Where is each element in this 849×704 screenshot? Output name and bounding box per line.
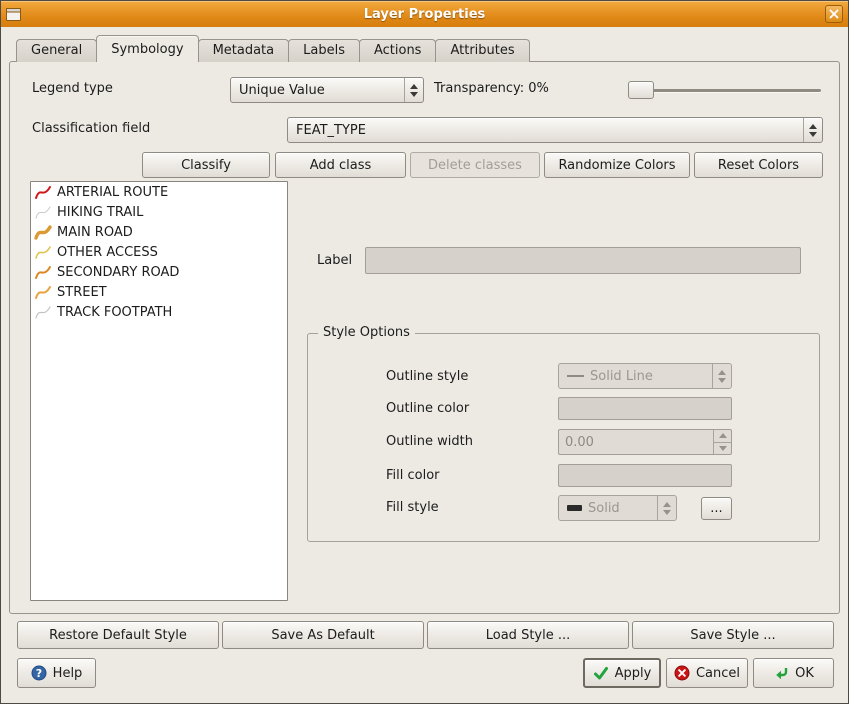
help-icon: ? [31,665,47,681]
outline-width-value: 0.00 [565,435,594,450]
reset-colors-button[interactable]: Reset Colors [694,152,823,178]
close-icon [829,9,839,19]
legend-class-label: SECONDARY ROAD [57,265,179,280]
legend-type-combo[interactable]: Unique Value [230,77,424,103]
slider-groove[interactable] [629,89,821,92]
line-symbol-icon [34,225,52,240]
line-symbol-icon [34,285,52,300]
legend-type-label: Legend type [32,81,113,96]
classification-field-label: Classification field [32,121,150,136]
line-symbol-icon [34,185,52,200]
fill-color-button[interactable] [558,464,732,487]
add-class-button[interactable]: Add class [275,152,406,178]
legend-class-label: STREET [57,285,107,300]
cancel-button-label: Cancel [696,666,740,681]
legend-class-label: HIKING TRAIL [57,205,143,220]
legend-class-label: OTHER ACCESS [57,245,158,260]
legend-class-label: MAIN ROAD [57,225,133,240]
fill-style-value: Solid [588,501,620,516]
outline-style-label: Outline style [386,369,468,384]
legend-class-row[interactable]: ARTERIAL ROUTE [31,182,287,202]
save-style-button[interactable]: Save Style ... [632,621,834,649]
legend-class-row[interactable]: OTHER ACCESS [31,242,287,262]
style-options-group: Style Options Outline style Solid Line O… [307,333,820,542]
tab-metadata[interactable]: Metadata [198,39,290,62]
line-sample-icon [567,375,584,377]
transparency-label: Transparency: 0% [434,81,549,96]
tab-symbology[interactable]: Symbology [96,35,198,62]
classify-button[interactable]: Classify [142,152,270,178]
apply-check-icon [593,665,609,681]
svg-text:?: ? [35,667,41,680]
tab-labels[interactable]: Labels [288,39,360,62]
help-button[interactable]: ? Help [17,658,96,688]
browse-fill-style-button[interactable]: ... [701,497,732,520]
window-title: Layer Properties [1,7,848,22]
classification-field-value: FEAT_TYPE [296,123,366,138]
delete-classes-button[interactable]: Delete classes [410,152,540,178]
tab-actions[interactable]: Actions [359,39,437,62]
style-options-title: Style Options [318,325,415,340]
legend-class-row[interactable]: HIKING TRAIL [31,202,287,222]
fill-sample-icon [567,505,582,511]
legend-class-label: TRACK FOOTPATH [57,305,172,320]
legend-type-value: Unique Value [239,83,325,98]
ok-button-label: OK [795,666,814,681]
titlebar: Layer Properties [1,1,848,27]
fill-color-label: Fill color [386,468,440,483]
symbology-panel: Legend type Unique Value Transparency: 0… [9,61,840,614]
line-symbol-icon [34,205,52,220]
legend-class-row[interactable]: STREET [31,282,287,302]
load-style-button[interactable]: Load Style ... [427,621,629,649]
outline-width-label: Outline width [386,434,473,449]
combo-arrows-icon [803,118,822,142]
line-symbol-icon [34,305,52,320]
ok-button[interactable]: OK [753,658,834,688]
tab-general[interactable]: General [16,39,97,62]
save-as-default-button[interactable]: Save As Default [222,621,424,649]
legend-class-label: ARTERIAL ROUTE [57,185,168,200]
fill-style-label: Fill style [386,500,439,515]
cancel-icon [674,665,690,681]
window-icon [6,6,22,22]
ok-return-arrow-icon [773,665,789,681]
help-button-label: Help [53,666,83,681]
label-field-label: Label [317,253,352,268]
close-button[interactable] [825,5,843,23]
slider-handle[interactable] [628,81,654,99]
cancel-button[interactable]: Cancel [666,658,748,688]
legend-class-row[interactable]: TRACK FOOTPATH [31,302,287,322]
legend-class-list[interactable]: ARTERIAL ROUTE HIKING TRAIL MAIN ROAD OT… [30,181,288,601]
legend-class-row[interactable]: SECONDARY ROAD [31,262,287,282]
layer-properties-dialog: Layer Properties General Symbology Metad… [0,0,849,704]
combo-arrows-icon [712,364,731,388]
tab-bar: General Symbology Metadata Labels Action… [16,35,529,62]
outline-color-label: Outline color [386,401,469,416]
randomize-colors-button[interactable]: Randomize Colors [544,152,690,178]
classification-field-combo[interactable]: FEAT_TYPE [287,117,823,143]
fill-style-combo[interactable]: Solid [558,495,677,521]
label-input[interactable] [365,247,801,274]
apply-button-label: Apply [615,666,652,681]
tab-attributes[interactable]: Attributes [435,39,529,62]
line-symbol-icon [34,265,52,280]
spinner-arrows-icon[interactable] [713,430,731,454]
combo-arrows-icon [404,78,423,102]
combo-arrows-icon [657,496,676,520]
legend-class-row[interactable]: MAIN ROAD [31,222,287,242]
apply-button[interactable]: Apply [583,658,661,688]
outline-style-value: Solid Line [590,369,653,384]
outline-style-combo[interactable]: Solid Line [558,363,732,389]
transparency-slider[interactable] [627,77,823,103]
outline-color-button[interactable] [558,397,732,420]
restore-default-style-button[interactable]: Restore Default Style [17,621,219,649]
outline-width-spinner[interactable]: 0.00 [558,429,732,455]
line-symbol-icon [34,245,52,260]
